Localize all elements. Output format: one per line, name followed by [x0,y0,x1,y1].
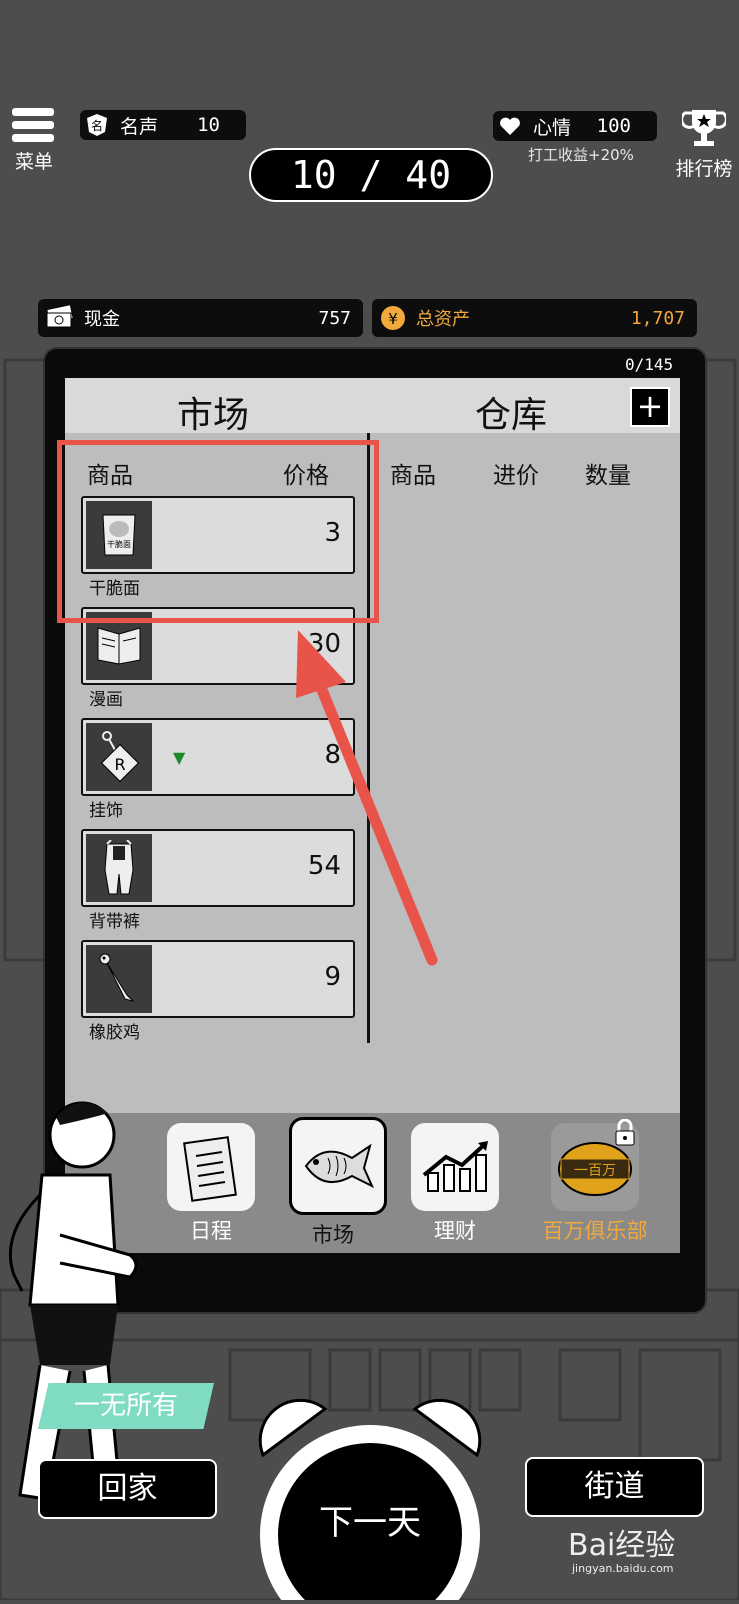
club-badge-text: 一百万 [574,1163,616,1179]
tab-warehouse[interactable]: 仓库 [475,386,547,438]
lock-icon [615,1119,635,1146]
nav-market-label: 市场 [312,1223,354,1247]
nav-million-club[interactable]: 一百万 百万俱乐部 [535,1119,655,1245]
item-name: 漫画 [89,690,123,710]
mood-bonus-text: 打工收益+20% [528,146,634,164]
highlight-box [57,440,379,623]
warehouse-col-qty: 数量 [585,463,631,489]
fame-badge-icon: 名 [84,112,110,138]
pointer-arrow [296,630,438,966]
bottom-nav: 日程 市场 理财 一百万 百万俱乐部 [65,1113,680,1253]
warehouse-capacity: 0/145 [625,355,674,374]
cash-display: 现金 757 [38,299,363,337]
rubber-chicken-icon [86,945,152,1013]
item-name: 挂饰 [89,801,123,821]
mood-label: 心情 [533,116,572,139]
piggy-bank-icon: ¥ [381,306,405,330]
next-day-label: 下一天 [319,1503,421,1543]
tab-market[interactable]: 市场 [177,386,249,438]
svg-text:R: R [114,755,125,774]
panel-header: 市场 仓库 + [65,378,680,436]
fame-label: 名声 [120,115,159,138]
mood-display: 心情 100 [493,111,657,141]
cash-value: 757 [318,307,351,329]
day-counter: 10 / 40 [249,148,493,202]
nav-schedule-label: 日程 [190,1219,232,1243]
trophy-icon [680,110,728,146]
svg-text:名: 名 [91,118,103,133]
menu-label: 菜单 [14,151,53,173]
leaderboard-button[interactable]: 排行榜 [672,106,736,181]
street-button[interactable]: 街道 [525,1457,704,1517]
item-name: 背带裤 [89,912,140,932]
total-assets-display: ¥ 总资产 1,707 [372,299,697,337]
fame-display: 名 名声 10 [80,110,246,140]
nav-million-club-label: 百万俱乐部 [542,1219,648,1243]
mood-value: 100 [596,115,631,137]
svg-text:¥: ¥ [388,310,398,328]
add-button[interactable]: + [630,387,670,427]
warehouse-col-cost: 进价 [493,463,539,489]
status-banner: 一无所有 [38,1383,214,1429]
cash-icon [46,305,74,328]
warehouse-col-item: 商品 [390,463,436,489]
cash-label: 现金 [84,309,120,330]
total-assets-value: 1,707 [630,307,685,329]
keychain-icon: R [86,723,152,791]
item-name: 橡胶鸡 [89,1023,140,1043]
overalls-icon [86,834,152,902]
stock-chart-icon [411,1123,499,1211]
nav-finance-label: 理财 [434,1219,476,1243]
notepad-icon [167,1123,255,1211]
watermark-url: jingyan.baidu.com [572,1562,674,1575]
total-assets-label: 总资产 [416,309,470,330]
nav-finance[interactable]: 理财 [411,1123,499,1245]
leaderboard-label: 排行榜 [675,158,733,180]
go-home-button[interactable]: 回家 [38,1459,217,1519]
gold-coin-icon: 一百万 [551,1119,639,1211]
fame-value: 10 [197,114,220,136]
heart-icon [497,113,523,139]
watermark-logo: Bai经验 [568,1528,676,1563]
next-day-button[interactable]: 下一天 [255,1395,485,1604]
nav-market[interactable]: 市场 [289,1117,387,1249]
fish-icon [289,1117,387,1215]
nav-schedule[interactable]: 日程 [167,1123,255,1245]
menu-button[interactable]: 菜单 [12,108,56,174]
price-down-arrow-icon: ▼ [173,748,186,767]
menu-icon [12,108,56,142]
